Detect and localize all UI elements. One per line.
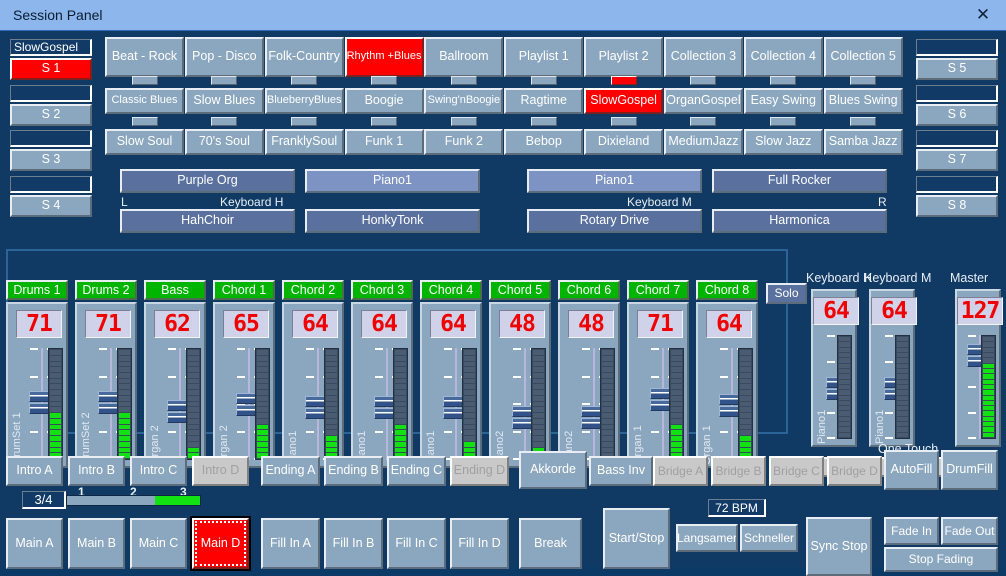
intro-button-1[interactable]: Intro B [68,456,125,486]
main-button-3[interactable]: Main D [192,518,249,569]
stop-fading-button[interactable]: Stop Fading [884,547,998,572]
tempo-display: 72 BPM [708,499,766,517]
main-button-0[interactable]: Main A [6,518,63,569]
intro-button-3[interactable]: Intro D [192,456,249,486]
fade-out-button[interactable]: Fade Out [941,517,998,545]
window-title-bar: Session Panel ✕ [0,0,1006,31]
start-stop-button[interactable]: Start/Stop [603,508,670,569]
slower-button[interactable]: Langsamer [676,524,738,552]
fill-button-1[interactable]: Fill In B [324,518,383,569]
autofill-button[interactable]: AutoFill [884,450,939,490]
beat-progress-fill [155,496,200,505]
intro-button-2[interactable]: Intro C [130,456,187,486]
faster-button[interactable]: Schneller [740,524,798,552]
akkorde-button[interactable]: Akkorde [519,451,587,489]
bridge-button-3[interactable]: Bridge D [827,456,882,486]
ending-button-2[interactable]: Ending C [387,456,446,486]
ending-button-0[interactable]: Ending A [261,456,320,486]
intro-button-0[interactable]: Intro A [6,456,63,486]
fill-button-3[interactable]: Fill In D [450,518,509,569]
sync-stop-button[interactable]: Sync Stop [806,517,872,576]
drumfill-button[interactable]: DrumFill [941,450,998,490]
session-panel-body: SlowGospel S 1S 2S 3S 4 S 5S 6S 7S 8 Beat… [0,31,1006,576]
bass-inv-button[interactable]: Bass Inv [589,456,653,486]
fill-button-2[interactable]: Fill In C [387,518,446,569]
main-button-1[interactable]: Main B [68,518,125,569]
fill-button-0[interactable]: Fill In A [261,518,320,569]
main-button-2[interactable]: Main C [130,518,187,569]
bridge-button-0[interactable]: Bridge A [653,456,708,486]
transport-section: Intro A Intro B Intro C Intro D Ending A Endi… [0,31,1006,576]
window-title: Session Panel [13,7,103,23]
bridge-button-1[interactable]: Bridge B [711,456,766,486]
time-signature-display: 3/4 [22,491,66,509]
beat-progress-bar [66,495,201,506]
ending-button-1[interactable]: Ending B [324,456,383,486]
break-button[interactable]: Break [519,518,582,569]
fade-in-button[interactable]: Fade In [884,517,939,545]
ending-button-3[interactable]: Ending D [450,456,509,486]
bridge-button-2[interactable]: Bridge C [769,456,824,486]
close-icon[interactable]: ✕ [960,0,1006,30]
